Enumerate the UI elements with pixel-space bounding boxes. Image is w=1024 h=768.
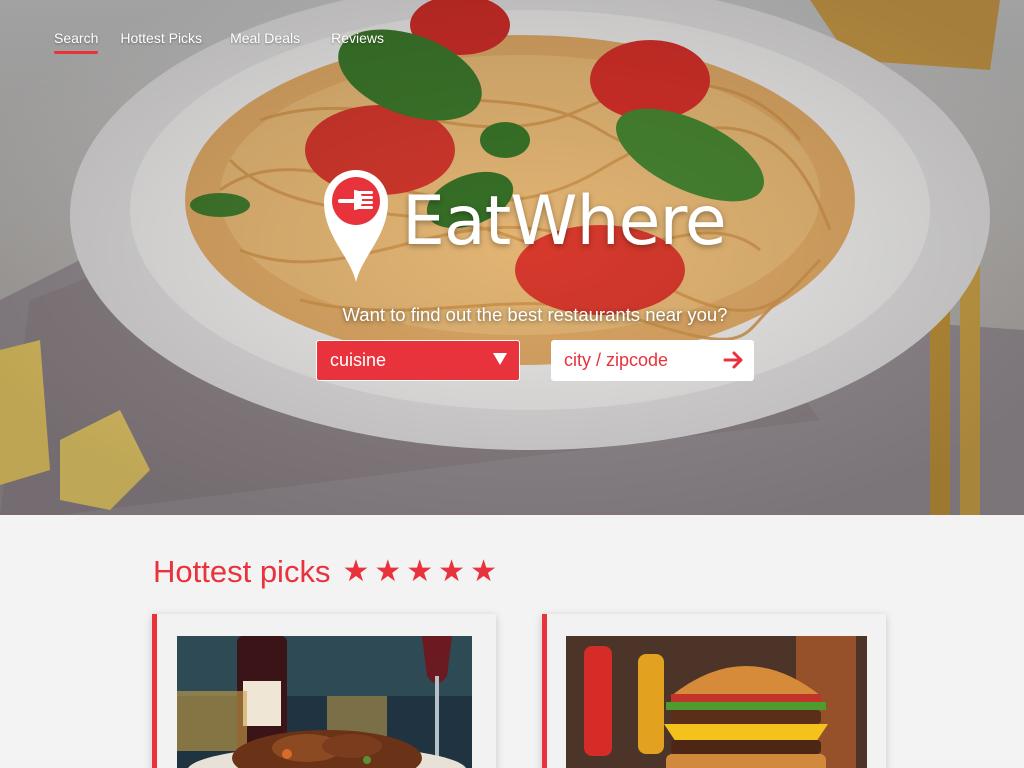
cuisine-select-value: cuisine [330,350,387,370]
star-icon: ★ [342,554,370,589]
pick-card[interactable] [152,614,496,768]
location-input[interactable] [551,341,711,380]
main-nav: Search Hottest Picks Meal Deals Reviews [54,30,384,54]
cuisine-select[interactable]: cuisine [316,340,520,381]
nav-item-hottest-picks[interactable]: Hottest Picks [120,30,202,52]
arrow-right-icon[interactable] [722,348,746,372]
location-field [551,340,754,381]
pick-card-image-steak [177,636,472,768]
section-title: Hottest picks [153,554,331,589]
pick-card-image-burger [566,636,867,768]
pick-card[interactable] [542,614,886,768]
nav-item-reviews[interactable]: Reviews [331,30,384,52]
caret-down-icon [493,353,507,365]
rating-stars: ★ ★ ★ ★ ★ [342,557,497,587]
hottest-picks-header: Hottest picks ★ ★ ★ ★ ★ [153,554,497,590]
hero-banner: Search Hottest Picks Meal Deals Reviews … [0,0,1024,515]
brand-name: EatWhere [402,181,727,261]
brand-logo: EatWhere [322,166,727,284]
star-icon: ★ [438,554,466,589]
map-pin-fork-icon [324,170,388,282]
nav-item-meal-deals[interactable]: Meal Deals [230,30,300,52]
star-icon: ★ [406,554,434,589]
hero-tagline: Want to find out the best restaurants ne… [342,304,728,325]
star-icon: ★ [470,554,497,589]
nav-item-search[interactable]: Search [54,30,99,54]
star-icon: ★ [374,554,402,589]
